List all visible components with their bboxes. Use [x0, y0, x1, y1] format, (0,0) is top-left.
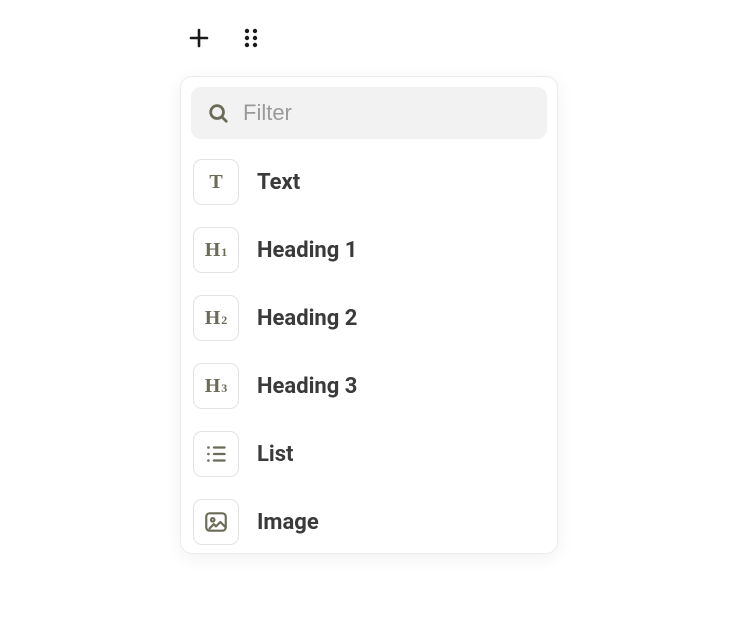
block-item-label: List [257, 442, 293, 467]
list-icon [193, 431, 239, 477]
block-item-label: Heading 3 [257, 374, 357, 399]
search-icon [207, 102, 229, 124]
drag-handle-button[interactable] [237, 24, 265, 52]
text-icon: T [193, 159, 239, 205]
heading-2-icon: H2 [193, 295, 239, 341]
block-item-list[interactable]: List [191, 425, 547, 483]
filter-field[interactable] [191, 87, 547, 139]
block-item-label: Text [257, 170, 300, 195]
plus-icon [187, 26, 211, 50]
toolbar [185, 24, 265, 52]
block-item-label: Heading 2 [257, 306, 357, 331]
block-item-heading-3[interactable]: H3 Heading 3 [191, 357, 547, 415]
block-item-label: Image [257, 510, 319, 535]
image-icon [193, 499, 239, 545]
block-item-text[interactable]: T Text [191, 153, 547, 211]
block-item-heading-1[interactable]: H1 Heading 1 [191, 221, 547, 279]
block-item-heading-2[interactable]: H2 Heading 2 [191, 289, 547, 347]
add-button[interactable] [185, 24, 213, 52]
filter-input[interactable] [243, 100, 531, 126]
heading-1-icon: H1 [193, 227, 239, 273]
block-item-label: Heading 1 [257, 238, 357, 263]
block-picker-panel: T Text H1 Heading 1 H2 Heading 2 H3 Head… [180, 76, 558, 554]
drag-handle-icon [241, 27, 261, 49]
block-item-image[interactable]: Image [191, 493, 547, 551]
heading-3-icon: H3 [193, 363, 239, 409]
